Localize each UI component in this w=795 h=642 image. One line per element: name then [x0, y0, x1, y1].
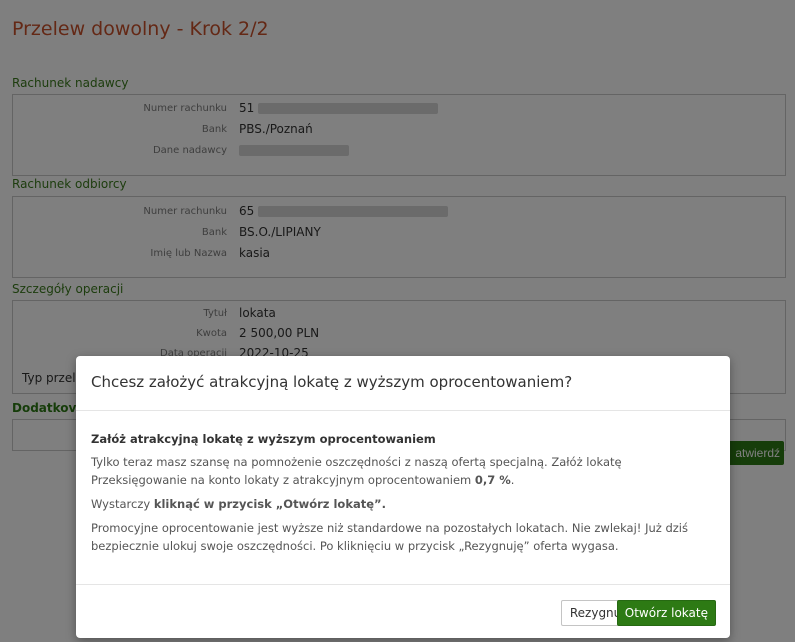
dialog-paragraph-info: Promocyjne oprocentowanie jest wyższe ni… [91, 521, 688, 553]
dialog-paragraph-instruction: Wystarczy kliknąć w przycisk „Otwórz lok… [91, 497, 386, 511]
interest-rate: 0,7 % [474, 473, 511, 487]
deposit-offer-dialog: Chcesz założyć atrakcyjną lokatę z wyższ… [76, 356, 730, 638]
instruction-emphasis: kliknąć w przycisk „Otwórz lokatę”. [153, 497, 386, 511]
open-deposit-button[interactable]: Otwórz lokatę [616, 600, 716, 626]
dialog-body: Załóż atrakcyjną lokatę z wyższym oproce… [91, 430, 713, 561]
dialog-lead: Załóż atrakcyjną lokatę z wyższym oproce… [91, 432, 436, 446]
dialog-footer: Rezygnuję Otwórz lokatę [76, 584, 730, 639]
dialog-title: Chcesz założyć atrakcyjną lokatę z wyższ… [91, 373, 573, 391]
dialog-paragraph-offer: Tylko teraz masz szansę na pomnożenie os… [91, 455, 622, 487]
dialog-header: Chcesz założyć atrakcyjną lokatę z wyższ… [76, 356, 730, 411]
